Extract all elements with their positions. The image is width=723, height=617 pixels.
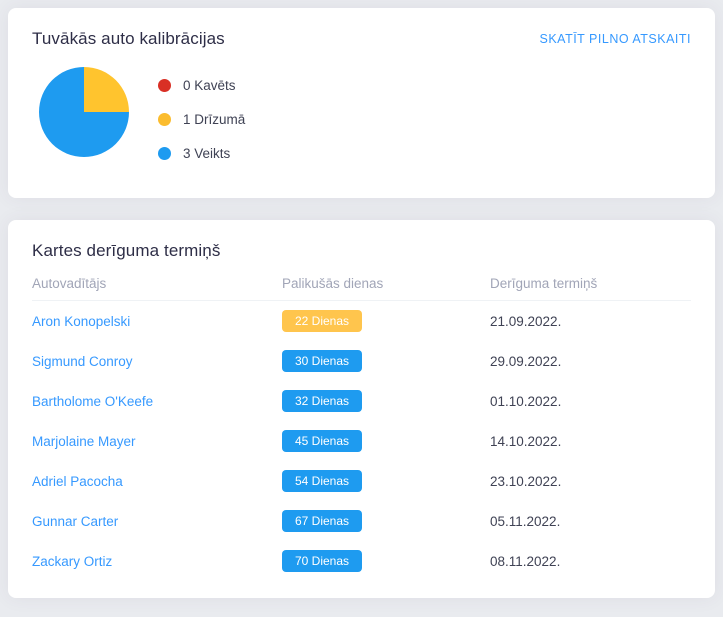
expiry-table: Autovadītājs Palikušās dienas Derīguma t… bbox=[32, 276, 691, 581]
table-row: Aron Konopelski 22 Dienas 21.09.2022. bbox=[32, 301, 691, 342]
column-header-days-left: Palikušās dienas bbox=[282, 276, 490, 301]
driver-link[interactable]: Adriel Pacocha bbox=[32, 474, 123, 489]
status-badge: 30 Dienas bbox=[282, 350, 362, 372]
calibrations-chart-area: 0 Kavēts 1 Drīzumā 3 Veikts bbox=[32, 64, 691, 170]
column-header-expiry-date: Derīguma termiņš bbox=[490, 276, 691, 301]
table-row: Adriel Pacocha 54 Dienas 23.10.2022. bbox=[32, 461, 691, 501]
table-row: Zackary Ortiz 70 Dienas 08.11.2022. bbox=[32, 541, 691, 581]
calibrations-legend: 0 Kavēts 1 Drīzumā 3 Veikts bbox=[158, 68, 245, 170]
legend-dot-blue-icon bbox=[158, 146, 171, 160]
cell-expiry-date: 08.11.2022. bbox=[490, 553, 561, 569]
legend-dot-yellow-icon bbox=[158, 112, 171, 126]
cell-days-left: 67 Dienas bbox=[282, 501, 490, 541]
pie-chart-svg bbox=[39, 67, 129, 157]
legend-label-drizuma: 1 Drīzumā bbox=[183, 111, 246, 127]
cell-days-left: 32 Dienas bbox=[282, 381, 490, 421]
card-expiry-card: Kartes derīguma termiņš Autovadītājs Pal… bbox=[8, 220, 715, 598]
cell-driver: Aron Konopelski bbox=[32, 301, 282, 342]
calibrations-card: Tuvākās auto kalibrācijas SKATĪT PILNO A… bbox=[8, 8, 715, 198]
expiry-title: Kartes derīguma termiņš bbox=[32, 241, 221, 260]
cell-days-left: 22 Dienas bbox=[282, 301, 490, 342]
pie-slice-drizuma bbox=[84, 67, 129, 112]
driver-link[interactable]: Sigmund Conroy bbox=[32, 354, 133, 369]
view-full-report-link[interactable]: SKATĪT PILNO ATSKAITI bbox=[539, 28, 691, 50]
legend-dot-red-icon bbox=[158, 78, 171, 92]
cell-expiry-date: 05.11.2022. bbox=[490, 513, 561, 529]
column-header-driver: Autovadītājs bbox=[32, 276, 282, 301]
driver-link[interactable]: Marjolaine Mayer bbox=[32, 434, 136, 449]
calibrations-card-header: Tuvākās auto kalibrācijas SKATĪT PILNO A… bbox=[32, 28, 691, 50]
driver-link[interactable]: Aron Konopelski bbox=[32, 314, 130, 329]
status-badge: 45 Dienas bbox=[282, 430, 362, 452]
cell-days-left: 30 Dienas bbox=[282, 341, 490, 381]
cell-driver: Bartholome O'Keefe bbox=[32, 381, 282, 421]
legend-label-kavets: 0 Kavēts bbox=[183, 77, 236, 93]
cell-driver: Gunnar Carter bbox=[32, 501, 282, 541]
calibrations-pie-chart bbox=[34, 64, 134, 160]
driver-link[interactable]: Gunnar Carter bbox=[32, 514, 118, 529]
table-row: Bartholome O'Keefe 32 Dienas 01.10.2022. bbox=[32, 381, 691, 421]
dashboard-page: Tuvākās auto kalibrācijas SKATĪT PILNO A… bbox=[0, 0, 723, 617]
cell-driver: Sigmund Conroy bbox=[32, 341, 282, 381]
status-badge: 67 Dienas bbox=[282, 510, 362, 532]
cell-driver: Marjolaine Mayer bbox=[32, 421, 282, 461]
expiry-table-head: Autovadītājs Palikušās dienas Derīguma t… bbox=[32, 276, 691, 301]
cell-expiry-date: 23.10.2022. bbox=[490, 473, 562, 489]
table-row: Gunnar Carter 67 Dienas 05.11.2022. bbox=[32, 501, 691, 541]
expiry-table-header-row: Autovadītājs Palikušās dienas Derīguma t… bbox=[32, 276, 691, 301]
cell-days-left: 70 Dienas bbox=[282, 541, 490, 581]
cell-expiry-date: 21.09.2022. bbox=[490, 313, 562, 329]
table-row: Sigmund Conroy 30 Dienas 29.09.2022. bbox=[32, 341, 691, 381]
status-badge: 22 Dienas bbox=[282, 310, 362, 332]
table-row: Marjolaine Mayer 45 Dienas 14.10.2022. bbox=[32, 421, 691, 461]
legend-item-drizuma: 1 Drīzumā bbox=[158, 102, 245, 136]
status-badge: 70 Dienas bbox=[282, 550, 362, 572]
cell-days-left: 54 Dienas bbox=[282, 461, 490, 501]
cell-days-left: 45 Dienas bbox=[282, 421, 490, 461]
cell-driver: Adriel Pacocha bbox=[32, 461, 282, 501]
expiry-table-body: Aron Konopelski 22 Dienas 21.09.2022. Si… bbox=[32, 301, 691, 582]
driver-link[interactable]: Bartholome O'Keefe bbox=[32, 394, 153, 409]
legend-label-veikts: 3 Veikts bbox=[183, 145, 231, 161]
legend-item-veikts: 3 Veikts bbox=[158, 136, 245, 170]
status-badge: 32 Dienas bbox=[282, 390, 362, 412]
calibrations-title: Tuvākās auto kalibrācijas bbox=[32, 29, 225, 48]
cell-expiry-date: 14.10.2022. bbox=[490, 433, 562, 449]
cell-driver: Zackary Ortiz bbox=[32, 541, 282, 581]
status-badge: 54 Dienas bbox=[282, 470, 362, 492]
driver-link[interactable]: Zackary Ortiz bbox=[32, 554, 112, 569]
legend-item-kavets: 0 Kavēts bbox=[158, 68, 245, 102]
cell-expiry-date: 01.10.2022. bbox=[490, 393, 562, 409]
cell-expiry-date: 29.09.2022. bbox=[490, 353, 562, 369]
